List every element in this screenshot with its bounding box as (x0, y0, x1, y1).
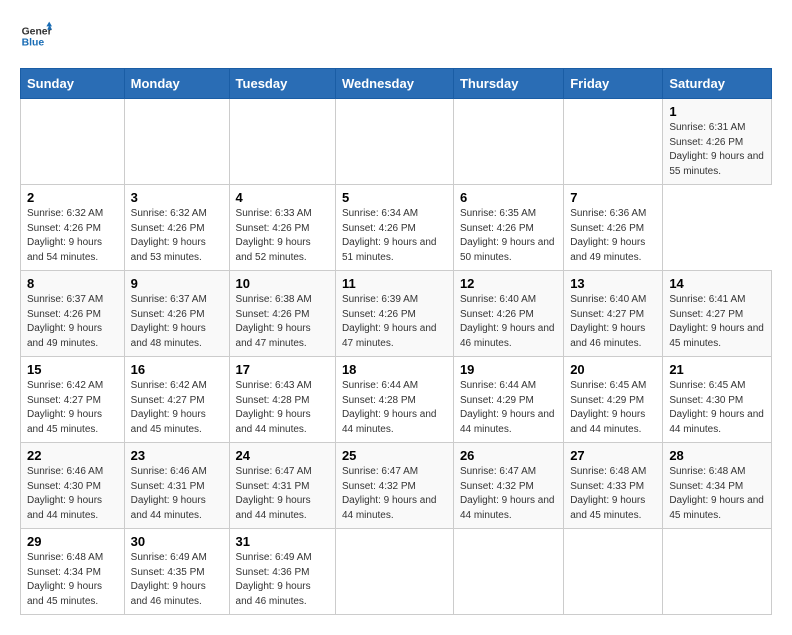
logo-icon: General Blue (20, 20, 52, 52)
calendar-day-14: 14Sunrise: 6:41 AMSunset: 4:27 PMDayligh… (663, 271, 772, 357)
calendar-day-20: 20Sunrise: 6:45 AMSunset: 4:29 PMDayligh… (564, 357, 663, 443)
calendar-day-9: 9Sunrise: 6:37 AMSunset: 4:26 PMDaylight… (124, 271, 229, 357)
calendar-day-11: 11Sunrise: 6:39 AMSunset: 4:26 PMDayligh… (335, 271, 453, 357)
svg-text:General: General (22, 26, 52, 37)
empty-cell (335, 529, 453, 615)
svg-text:Blue: Blue (22, 38, 45, 49)
calendar-day-29: 29Sunrise: 6:48 AMSunset: 4:34 PMDayligh… (21, 529, 125, 615)
calendar-day-7: 7Sunrise: 6:36 AMSunset: 4:26 PMDaylight… (564, 185, 663, 271)
empty-cell (453, 529, 563, 615)
calendar-day-30: 30Sunrise: 6:49 AMSunset: 4:35 PMDayligh… (124, 529, 229, 615)
calendar-week-6: 29Sunrise: 6:48 AMSunset: 4:34 PMDayligh… (21, 529, 772, 615)
calendar-day-23: 23Sunrise: 6:46 AMSunset: 4:31 PMDayligh… (124, 443, 229, 529)
calendar-day-25: 25Sunrise: 6:47 AMSunset: 4:32 PMDayligh… (335, 443, 453, 529)
empty-cell (453, 99, 563, 185)
calendar-day-24: 24Sunrise: 6:47 AMSunset: 4:31 PMDayligh… (229, 443, 335, 529)
calendar-day-4: 4Sunrise: 6:33 AMSunset: 4:26 PMDaylight… (229, 185, 335, 271)
calendar-day-6: 6Sunrise: 6:35 AMSunset: 4:26 PMDaylight… (453, 185, 563, 271)
page-header: General Blue (20, 20, 772, 52)
calendar-day-15: 15Sunrise: 6:42 AMSunset: 4:27 PMDayligh… (21, 357, 125, 443)
empty-cell (229, 99, 335, 185)
calendar-day-22: 22Sunrise: 6:46 AMSunset: 4:30 PMDayligh… (21, 443, 125, 529)
empty-cell (335, 99, 453, 185)
calendar-day-10: 10Sunrise: 6:38 AMSunset: 4:26 PMDayligh… (229, 271, 335, 357)
empty-cell (21, 99, 125, 185)
calendar-day-28: 28Sunrise: 6:48 AMSunset: 4:34 PMDayligh… (663, 443, 772, 529)
calendar-header: SundayMondayTuesdayWednesdayThursdayFrid… (21, 69, 772, 99)
empty-cell (564, 529, 663, 615)
calendar-day-13: 13Sunrise: 6:40 AMSunset: 4:27 PMDayligh… (564, 271, 663, 357)
header-row: SundayMondayTuesdayWednesdayThursdayFrid… (21, 69, 772, 99)
logo: General Blue (20, 20, 52, 52)
calendar-day-8: 8Sunrise: 6:37 AMSunset: 4:26 PMDaylight… (21, 271, 125, 357)
col-header-wednesday: Wednesday (335, 69, 453, 99)
calendar-week-5: 22Sunrise: 6:46 AMSunset: 4:30 PMDayligh… (21, 443, 772, 529)
calendar-day-17: 17Sunrise: 6:43 AMSunset: 4:28 PMDayligh… (229, 357, 335, 443)
col-header-thursday: Thursday (453, 69, 563, 99)
col-header-friday: Friday (564, 69, 663, 99)
calendar-day-12: 12Sunrise: 6:40 AMSunset: 4:26 PMDayligh… (453, 271, 563, 357)
col-header-sunday: Sunday (21, 69, 125, 99)
calendar-day-19: 19Sunrise: 6:44 AMSunset: 4:29 PMDayligh… (453, 357, 563, 443)
calendar-table: SundayMondayTuesdayWednesdayThursdayFrid… (20, 68, 772, 615)
calendar-week-2: 2Sunrise: 6:32 AMSunset: 4:26 PMDaylight… (21, 185, 772, 271)
col-header-monday: Monday (124, 69, 229, 99)
calendar-day-31: 31Sunrise: 6:49 AMSunset: 4:36 PMDayligh… (229, 529, 335, 615)
calendar-day-3: 3Sunrise: 6:32 AMSunset: 4:26 PMDaylight… (124, 185, 229, 271)
col-header-tuesday: Tuesday (229, 69, 335, 99)
calendar-body: 1Sunrise: 6:31 AMSunset: 4:26 PMDaylight… (21, 99, 772, 615)
empty-cell (663, 529, 772, 615)
calendar-day-16: 16Sunrise: 6:42 AMSunset: 4:27 PMDayligh… (124, 357, 229, 443)
col-header-saturday: Saturday (663, 69, 772, 99)
empty-cell (564, 99, 663, 185)
calendar-day-18: 18Sunrise: 6:44 AMSunset: 4:28 PMDayligh… (335, 357, 453, 443)
calendar-day-21: 21Sunrise: 6:45 AMSunset: 4:30 PMDayligh… (663, 357, 772, 443)
calendar-day-1: 1Sunrise: 6:31 AMSunset: 4:26 PMDaylight… (663, 99, 772, 185)
calendar-week-4: 15Sunrise: 6:42 AMSunset: 4:27 PMDayligh… (21, 357, 772, 443)
calendar-week-1: 1Sunrise: 6:31 AMSunset: 4:26 PMDaylight… (21, 99, 772, 185)
calendar-day-26: 26Sunrise: 6:47 AMSunset: 4:32 PMDayligh… (453, 443, 563, 529)
empty-cell (124, 99, 229, 185)
calendar-day-5: 5Sunrise: 6:34 AMSunset: 4:26 PMDaylight… (335, 185, 453, 271)
calendar-day-2: 2Sunrise: 6:32 AMSunset: 4:26 PMDaylight… (21, 185, 125, 271)
calendar-day-27: 27Sunrise: 6:48 AMSunset: 4:33 PMDayligh… (564, 443, 663, 529)
calendar-week-3: 8Sunrise: 6:37 AMSunset: 4:26 PMDaylight… (21, 271, 772, 357)
